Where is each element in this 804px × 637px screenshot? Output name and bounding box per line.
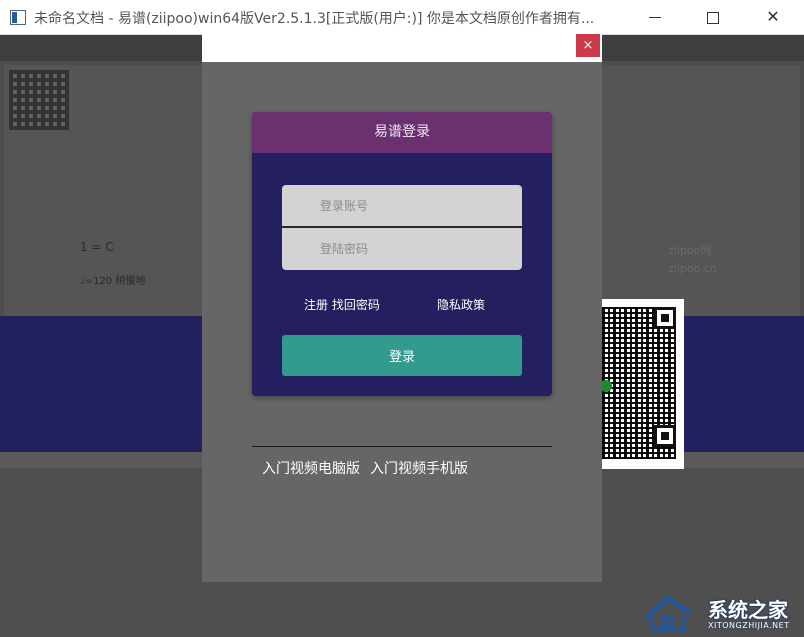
window-title: 未命名文档 - 易谱(ziipoo)win64版Ver2.5.1.3[正式版(用…	[34, 11, 595, 27]
dialog-header: ×	[202, 26, 602, 62]
watermark-subtitle: XITONGZHIJIA.NET	[708, 621, 790, 630]
login-dialog: × 易谱登录 注册 找回密码 隐私政策 登录 入门视频电脑版入门视频手机版	[202, 26, 602, 582]
close-icon: ✕	[766, 7, 780, 26]
page-watermark-name: ziipoo网	[668, 244, 712, 257]
qr-finder-icon	[654, 425, 676, 447]
app-icon	[10, 10, 26, 25]
side-qr-code	[600, 299, 684, 469]
password-input[interactable]	[282, 228, 522, 270]
score-tempo-mark: ♩=120 稍慢地	[80, 276, 146, 287]
video-links: 入门视频电脑版 入门视频手机版	[262, 458, 478, 478]
divider	[252, 446, 552, 447]
house-logo-icon	[644, 595, 692, 632]
site-watermark: 系统之家 XITONGZHIJIA.NET	[636, 588, 804, 637]
video-mobile-link[interactable]: 入门视频手机版	[370, 461, 468, 477]
register-recover-link[interactable]: 注册 找回密码	[304, 296, 380, 313]
video-pc-link[interactable]: 入门视频电脑版	[262, 461, 360, 477]
close-window-button[interactable]: ✕	[744, 0, 802, 34]
privacy-policy-link[interactable]: 隐私政策	[437, 296, 485, 313]
qr-finder-icon	[654, 307, 676, 329]
app-window: 未命名文档 - 易谱(ziipoo)win64版Ver2.5.1.3[正式版(用…	[0, 0, 804, 637]
maximize-icon	[707, 11, 719, 24]
dialog-close-button[interactable]: ×	[576, 34, 600, 57]
account-input[interactable]	[282, 185, 522, 227]
page-watermark-url: ziipoo.cn	[668, 262, 717, 275]
score-key-mark: 1 = C	[80, 240, 114, 254]
minimize-button[interactable]	[626, 0, 684, 34]
login-title: 易谱登录	[252, 112, 552, 153]
minimize-icon	[649, 17, 661, 18]
maximize-button[interactable]	[684, 0, 742, 34]
login-card: 易谱登录 注册 找回密码 隐私政策 登录	[252, 112, 552, 396]
login-button[interactable]: 登录	[282, 335, 522, 376]
background-qr-code	[9, 70, 69, 130]
watermark-title: 系统之家	[708, 598, 788, 622]
